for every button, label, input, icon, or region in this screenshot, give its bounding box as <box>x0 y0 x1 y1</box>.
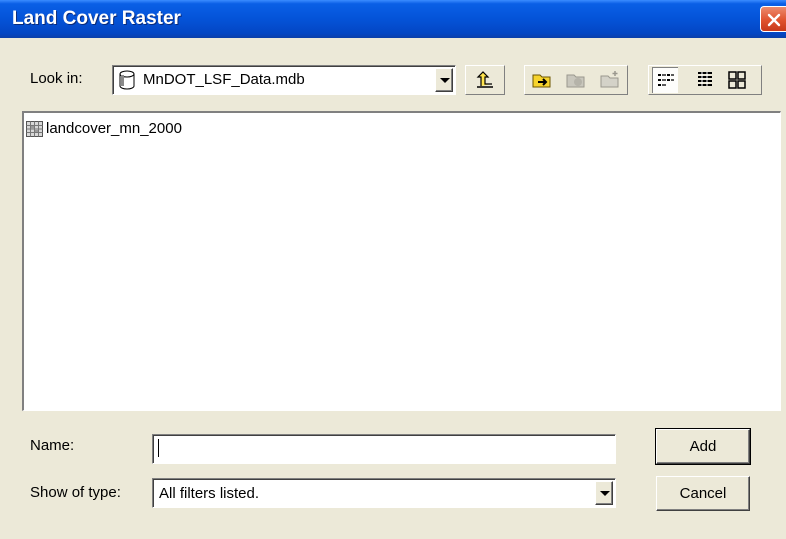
toolbar-group-navigate <box>465 65 505 95</box>
add-button-label: Add <box>689 438 717 455</box>
look-in-dropdown-button[interactable] <box>435 68 453 92</box>
type-label: Show of type: <box>30 484 121 501</box>
database-icon <box>119 70 135 90</box>
window-title: Land Cover Raster <box>12 8 181 29</box>
type-combo[interactable]: All filters listed. <box>152 478 616 508</box>
file-list[interactable]: landcover_mn_2000 <box>22 111 781 411</box>
look-in-label: Look in: <box>30 70 83 87</box>
up-arrow-folder-icon <box>476 71 493 88</box>
text-caret <box>158 439 159 457</box>
cancel-button[interactable]: Cancel <box>656 476 750 511</box>
close-button[interactable] <box>760 6 786 32</box>
type-value: All filters listed. <box>159 485 260 502</box>
type-dropdown-button[interactable] <box>595 481 613 505</box>
chevron-down-icon <box>440 78 450 83</box>
list-view-icon <box>658 74 674 86</box>
name-input[interactable] <box>152 434 616 464</box>
toolbar-group-connect <box>524 65 628 95</box>
connect-folder-icon <box>532 74 551 88</box>
details-view-icon <box>698 72 712 86</box>
new-folder-button[interactable] <box>597 67 623 93</box>
details-view-button[interactable] <box>692 67 718 93</box>
chevron-down-icon <box>600 491 610 496</box>
new-folder-icon <box>600 71 619 88</box>
title-bar[interactable]: Land Cover Raster <box>0 0 786 38</box>
thumbnails-view-icon <box>728 71 746 89</box>
disconnect-folder-button[interactable] <box>563 67 589 93</box>
thumbnails-view-button[interactable] <box>724 67 750 93</box>
disconnect-folder-icon <box>566 74 585 88</box>
name-label: Name: <box>30 437 75 454</box>
look-in-combo[interactable]: MnDOT_LSF_Data.mdb <box>112 65 456 95</box>
cancel-button-label: Cancel <box>679 485 727 502</box>
connect-folder-button[interactable] <box>529 67 555 93</box>
close-icon <box>767 13 781 27</box>
add-button[interactable]: Add <box>655 428 751 465</box>
file-name: landcover_mn_2000 <box>46 120 182 137</box>
look-in-value: MnDOT_LSF_Data.mdb <box>143 71 305 88</box>
up-one-level-button[interactable] <box>472 67 498 93</box>
raster-grid-icon <box>26 121 43 137</box>
toolbar-group-views <box>648 65 762 95</box>
list-view-button[interactable] <box>652 67 678 93</box>
